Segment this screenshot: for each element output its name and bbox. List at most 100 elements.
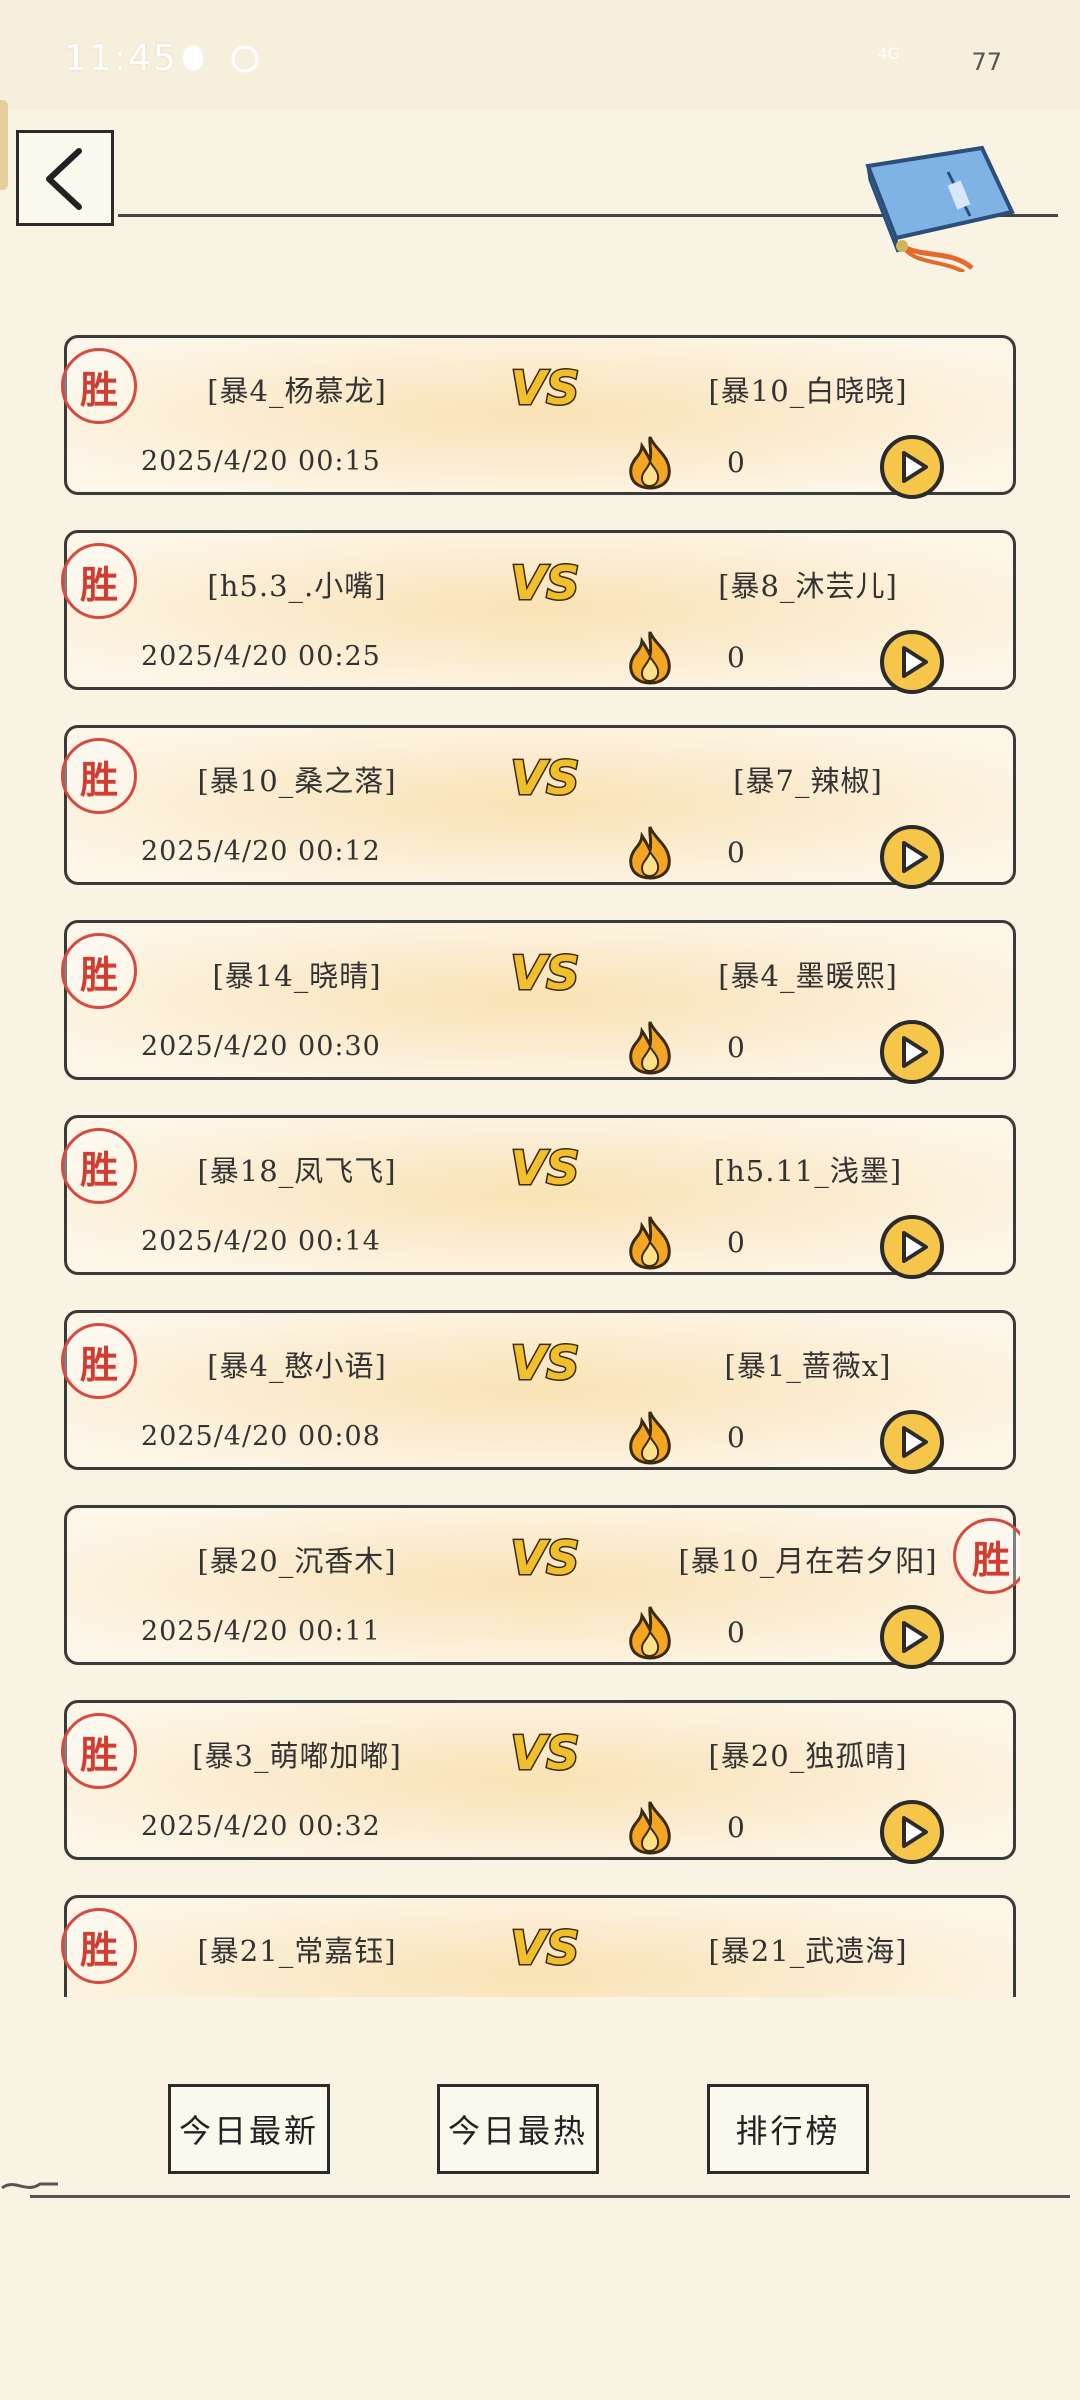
match-date: 2025/4/20 00:32 <box>141 1811 381 1842</box>
bottom-decoration <box>0 2176 60 2196</box>
player-right-name: [暴10_月在若夕阳] <box>678 1544 938 1578</box>
vs-text: VS <box>511 1726 580 1780</box>
status-time: 11:45 <box>64 38 178 79</box>
player-left-name: [h5.3_.小嘴] <box>207 569 387 603</box>
hot-count: 0 <box>727 446 745 479</box>
fire-icon <box>629 826 671 880</box>
play-icon[interactable] <box>879 629 945 695</box>
match-card[interactable]: 胜 [暴10_桑之落] VS [暴7_辣椒] 2025/4/20 00:12 0 <box>61 725 1016 889</box>
status-bar: 11:45 4G 77 <box>0 0 1080 110</box>
play-icon[interactable] <box>879 1799 945 1865</box>
player-right-name: [暴20_独孤晴] <box>708 1739 908 1773</box>
player-left-name: [暴21_常嘉钰] <box>197 1934 397 1968</box>
vs-text: VS <box>511 1141 580 1195</box>
vs-icon: VS <box>509 1140 581 1196</box>
play-icon[interactable] <box>879 434 945 500</box>
player-right-name: [暴1_蔷薇x] <box>724 1349 892 1383</box>
player-left-name: [暴20_沉香木] <box>197 1544 397 1578</box>
back-button[interactable] <box>16 130 114 226</box>
vs-icon: VS <box>509 1725 581 1781</box>
today-latest-button[interactable]: 今日最新 <box>168 2084 330 2174</box>
bottom-divider <box>30 2195 1070 2198</box>
player-left-name: [暴10_桑之落] <box>197 764 397 798</box>
win-stamp: 胜 <box>61 738 137 814</box>
player-right-name: [暴4_墨暖熙] <box>718 959 898 993</box>
vs-text: VS <box>511 361 580 415</box>
vs-text: VS <box>511 751 580 805</box>
match-card[interactable]: 胜 [暴3_萌嘟加嘟] VS [暴20_独孤晴] 2025/4/20 00:32 0 <box>61 1700 1016 1864</box>
match-card[interactable]: 胜 [暴4_杨慕龙] VS [暴10_白晓晓] 2025/4/20 00:15 0 <box>61 335 1016 499</box>
win-stamp: 胜 <box>61 1323 137 1399</box>
player-left-name: [暴3_萌嘟加嘟] <box>192 1739 402 1773</box>
win-stamp: 胜 <box>61 543 137 619</box>
match-date: 2025/4/20 00:11 <box>141 1616 381 1647</box>
player-right-name: [暴7_辣椒] <box>733 764 883 798</box>
leaderboard-button[interactable]: 排行榜 <box>707 2084 869 2174</box>
match-date: 2025/4/20 00:15 <box>141 446 381 477</box>
hot-count: 0 <box>727 641 745 674</box>
chevron-left-icon <box>46 148 82 210</box>
match-list[interactable]: 胜 [暴4_杨慕龙] VS [暴10_白晓晓] 2025/4/20 00:15 0 胜 [h5… <box>60 335 1020 1997</box>
player-right-name: [暴21_武遗海] <box>708 1934 908 1968</box>
today-hottest-button[interactable]: 今日最热 <box>437 2084 599 2174</box>
fire-icon <box>629 1216 671 1270</box>
vs-text: VS <box>511 1336 580 1390</box>
play-icon[interactable] <box>879 1604 945 1670</box>
win-stamp: 胜 <box>61 348 137 424</box>
match-card[interactable]: 胜 [暴21_常嘉钰] VS [暴21_武遗海] <box>61 1895 1016 1997</box>
fire-icon <box>629 436 671 490</box>
vs-text: VS <box>511 946 580 1000</box>
play-icon[interactable] <box>879 1409 945 1475</box>
fire-icon <box>629 1021 671 1075</box>
player-right-name: [h5.11_浅墨] <box>713 1154 903 1188</box>
side-decoration <box>0 100 8 190</box>
match-card[interactable]: 胜 [暴20_沉香木] VS [暴10_月在若夕阳] 2025/4/20 00:11 0 <box>64 1505 1020 1669</box>
vs-icon: VS <box>509 1530 581 1586</box>
match-card[interactable]: 胜 [暴4_憨小语] VS [暴1_蔷薇x] 2025/4/20 00:08 0 <box>61 1310 1016 1474</box>
player-left-name: [暴4_憨小语] <box>207 1349 387 1383</box>
hot-count: 0 <box>727 1421 745 1454</box>
match-card[interactable]: 胜 [暴14_晓晴] VS [暴4_墨暖熙] 2025/4/20 00:30 0 <box>61 920 1016 1084</box>
vs-icon: VS <box>509 750 581 806</box>
network-indicator: 4G <box>877 44 900 63</box>
vs-text: VS <box>511 1531 580 1585</box>
hot-count: 0 <box>727 1031 745 1064</box>
match-card[interactable]: 胜 [暴18_凤飞飞] VS [h5.11_浅墨] 2025/4/20 00:14 0 <box>61 1115 1016 1279</box>
win-stamp: 胜 <box>61 1128 137 1204</box>
vs-text: VS <box>511 1921 580 1975</box>
hot-count: 0 <box>727 836 745 869</box>
fire-icon <box>629 1801 671 1855</box>
win-stamp: 胜 <box>953 1518 1020 1594</box>
vs-icon: VS <box>509 945 581 1001</box>
fire-icon <box>629 631 671 685</box>
match-date: 2025/4/20 00:14 <box>141 1226 381 1257</box>
vs-icon: VS <box>509 360 581 416</box>
vs-icon: VS <box>509 1335 581 1391</box>
play-icon[interactable] <box>879 1019 945 1085</box>
hot-count: 0 <box>727 1226 745 1259</box>
fire-icon <box>629 1411 671 1465</box>
vs-text: VS <box>511 556 580 610</box>
player-left-name: [暴14_晓晴] <box>212 959 382 993</box>
vs-icon: VS <box>509 555 581 611</box>
play-icon[interactable] <box>879 1214 945 1280</box>
scroll-book-icon[interactable] <box>852 142 1022 272</box>
win-stamp: 胜 <box>61 1908 137 1984</box>
match-date: 2025/4/20 00:08 <box>141 1421 381 1452</box>
match-date: 2025/4/20 00:25 <box>141 641 381 672</box>
player-left-name: [暴4_杨慕龙] <box>207 374 387 408</box>
battery-level: 77 <box>971 48 1002 76</box>
play-icon[interactable] <box>879 824 945 890</box>
win-stamp: 胜 <box>61 933 137 1009</box>
hot-count: 0 <box>727 1811 745 1844</box>
match-card[interactable]: 胜 [h5.3_.小嘴] VS [暴8_沐芸儿] 2025/4/20 00:25 0 <box>61 530 1016 694</box>
match-date: 2025/4/20 00:12 <box>141 836 381 867</box>
qq-icon <box>183 45 203 71</box>
chat-icon <box>231 45 259 73</box>
fire-icon <box>629 1606 671 1660</box>
win-stamp: 胜 <box>61 1713 137 1789</box>
vs-icon: VS <box>509 1920 581 1976</box>
player-left-name: [暴18_凤飞飞] <box>197 1154 397 1188</box>
hot-count: 0 <box>727 1616 745 1649</box>
player-right-name: [暴8_沐芸儿] <box>718 569 898 603</box>
